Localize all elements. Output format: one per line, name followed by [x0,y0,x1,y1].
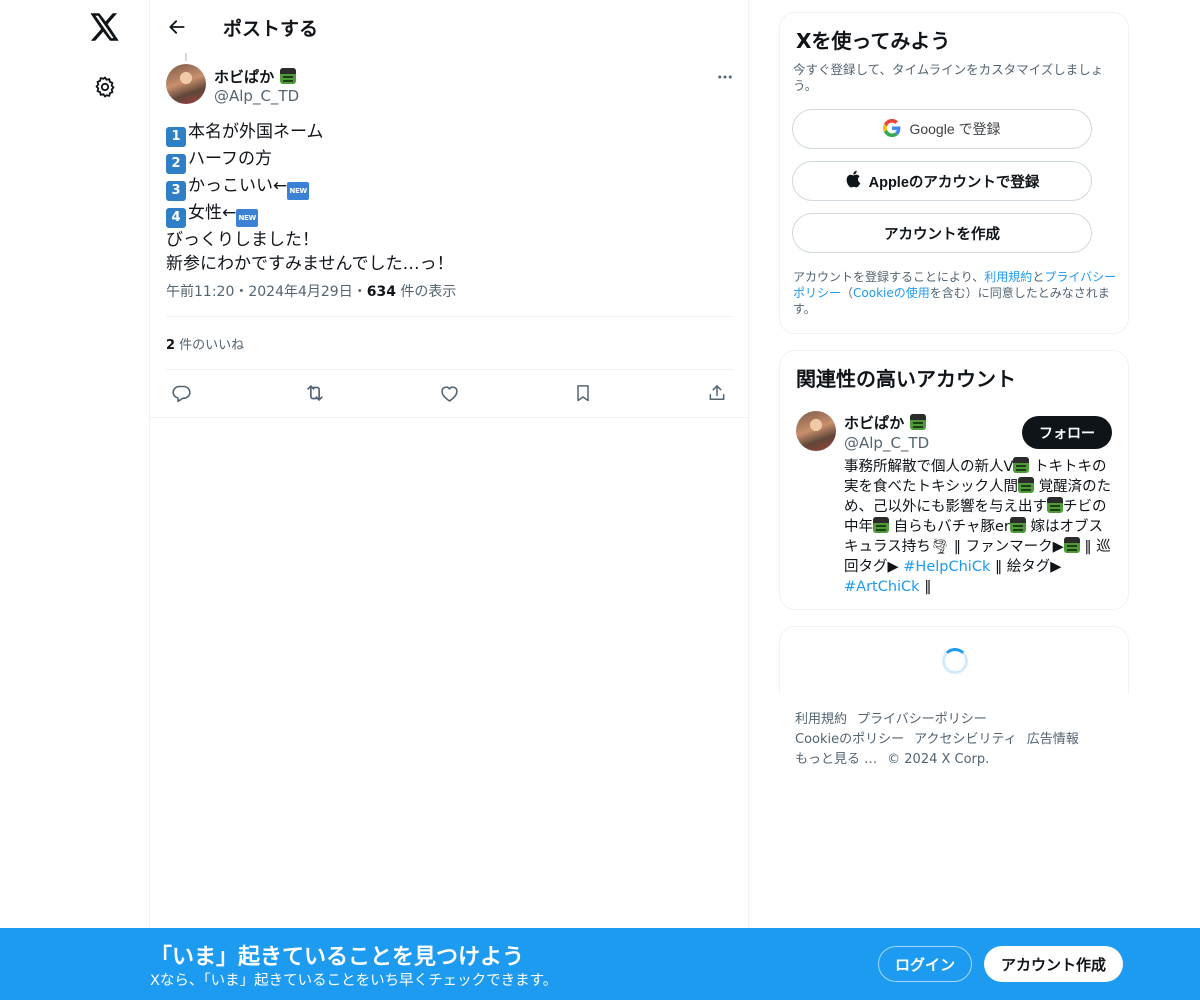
author-name[interactable]: ホビぱか [214,66,296,87]
banner-subtitle: Xなら、「いま」起きていることをいち早くチェックできます。 [150,973,558,989]
post-line: 4 女性← NEW [166,201,726,228]
new-badge-icon: NEW [287,182,310,200]
footer-cookie-link[interactable]: Cookieのポリシー [795,732,904,747]
post-line: 新参にわかですみませんでした…っ！ [166,254,454,274]
footer-copyright: © 2024 X Corp. [887,752,990,767]
related-accounts-card: 関連性の高いアカウント ホビぱか @Alp_C_TD フォロー 事務所解散で個人… [779,350,1129,610]
post-line: 1 本名が外国ネーム [166,120,726,147]
gear-icon[interactable] [91,73,119,101]
create-account-button[interactable]: アカウントを作成 [792,213,1092,253]
post-line: 2 ハーフの方 [166,147,726,174]
footer-terms-link[interactable]: 利用規約 [795,712,847,727]
zombie-emoji-icon [1013,457,1030,473]
hashtag-link[interactable]: #ArtChiCk [844,579,920,595]
footer-privacy-link[interactable]: プライバシーポリシー [857,712,987,727]
keycap-3-icon: 3 [166,181,186,201]
bookmark-icon[interactable] [570,380,596,406]
divider [166,316,734,317]
cookie-link[interactable]: Cookieの使用 [853,286,930,300]
share-icon[interactable] [704,380,730,406]
zombie-emoji-icon [1009,517,1026,533]
footer-accessibility-link[interactable]: アクセシビリティ [914,732,1017,747]
apple-icon [845,170,861,192]
avatar[interactable] [166,64,206,104]
zombie-emoji-icon [1018,477,1034,493]
repost-icon[interactable] [302,380,328,406]
post-time[interactable]: 午前11:20 [166,284,234,300]
related-accounts-title: 関連性の高いアカウント [796,367,1016,391]
post-author: ホビぱか @Alp_C_TD [166,64,736,108]
google-icon [883,118,901,140]
related-account-bio: 事務所解散で個人の新人V トキトキの実を食べたトキシック人間 覚醒済のため、己以… [844,457,1112,595]
divider [166,369,734,370]
zombie-emoji-icon [1047,497,1063,513]
signup-card: Xを使ってみよう 今すぐ登録して、タイムラインをカスタマイズしましょう。 Goo… [779,12,1129,334]
tornado-emoji-icon: 🌪 [930,539,950,555]
post-date[interactable]: 2024年4月29日 [248,284,352,300]
keycap-4-icon: 4 [166,208,186,228]
related-account-handle[interactable]: @Alp_C_TD [844,434,929,452]
signup-card-title: Xを使ってみよう [796,29,951,53]
banner-title: 「いま」起きていることを見つけよう [150,945,525,970]
sidebar-footer: 利用規約 プライバシーポリシー Cookieのポリシー アクセシビリティ 広告情報 も… [795,710,1125,770]
like-icon[interactable] [436,380,462,406]
follow-button[interactable]: フォロー [1022,416,1112,449]
footer-ads-link[interactable]: 広告情報 [1027,732,1079,747]
post-line: びっくりしました！ [166,230,319,250]
view-count: 634 [366,284,396,300]
keycap-1-icon: 1 [166,127,186,147]
arrow-left-icon[interactable] [162,12,192,42]
post-meta: 午前11:20・2024年4月29日・634 件の表示 [166,284,457,300]
loading-spinner-icon [942,648,968,674]
footer-more-link[interactable]: もっと見る … [795,752,877,767]
hashtag-link[interactable]: #HelpChiCk [903,559,990,575]
x-logo-icon[interactable] [88,10,122,44]
signup-legal-text: アカウントを登録することにより、利用規約とプライバシーポリシー（Cookieの使… [793,270,1117,316]
post-header: ポストする [150,0,750,53]
zombie-emoji-icon [873,517,889,533]
signup-card-subtitle: 今すぐ登録して、タイムラインをカスタマイズしましょう。 [793,62,1104,93]
post-line: 3 かっこいい← NEW [166,174,726,201]
main-column: ポストする ホビぱか @Alp_C_TD 1 本名が外国ネーム 2 ハーフの方 3か… [149,0,750,1000]
keycap-2-icon: 2 [166,154,186,174]
author-handle[interactable]: @Alp_C_TD [214,87,299,105]
zombie-emoji-icon [279,68,296,84]
left-nav [0,0,150,1000]
zombie-emoji-icon [1063,537,1080,553]
reply-icon[interactable] [168,380,194,406]
new-badge-icon: NEW [236,209,259,227]
signup-button[interactable]: アカウント作成 [984,946,1123,982]
likes-count[interactable]: 2 件のいいね [166,334,244,353]
thread-line [185,53,187,61]
trends-loading-card [779,626,1129,694]
divider [150,417,750,418]
avatar[interactable] [796,411,836,451]
google-signup-button[interactable]: Google で登録 [792,109,1092,149]
post-text: 1 本名が外国ネーム 2 ハーフの方 3 かっこいい← NEW 4 女性← NEW びっくり… [166,120,726,276]
zombie-emoji-icon [909,414,926,430]
signup-banner: 「いま」起きていることを見つけよう Xなら、「いま」起きていることをいち早くチェ… [0,928,1200,1000]
related-account-name[interactable]: ホビぱか [844,412,926,433]
post-actions [168,380,734,406]
apple-signup-button[interactable]: Appleのアカウントで登録 [792,161,1092,201]
more-options-icon[interactable] [714,66,736,88]
terms-link[interactable]: 利用規約 [984,270,1032,284]
page-title: ポストする [223,18,319,40]
login-button[interactable]: ログイン [878,946,972,982]
